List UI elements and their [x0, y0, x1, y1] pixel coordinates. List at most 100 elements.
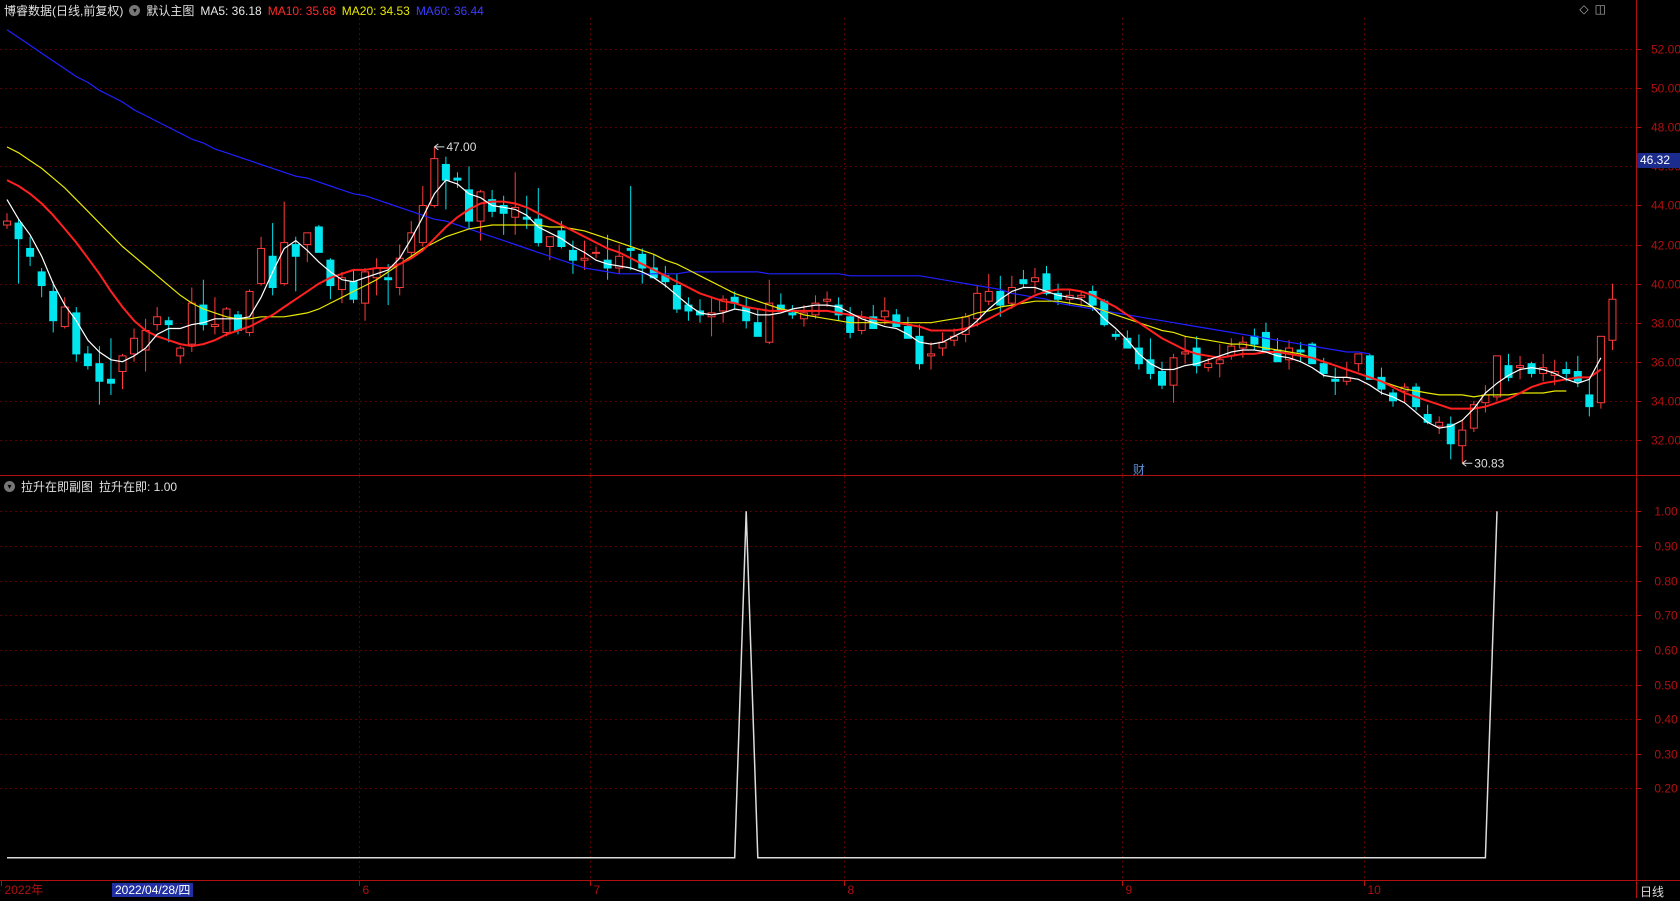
chart-canvas[interactable]: 32.0034.0036.0038.0040.0042.0044.0046.00… [0, 0, 1680, 898]
main-y-tick-label: 36.00 [1651, 356, 1680, 370]
candle-up [210, 324, 219, 328]
candle-up [60, 306, 69, 328]
chevron-down-icon[interactable]: ▾ [129, 5, 141, 16]
candle-down [846, 316, 855, 333]
candle-down [26, 247, 35, 257]
candle-up [3, 220, 11, 226]
main-chart-label[interactable]: 默认主图 [146, 2, 194, 19]
candle-up [1204, 363, 1213, 369]
candle-up [927, 353, 935, 357]
candle-up [257, 247, 266, 285]
main-y-tick-label: 50.00 [1651, 82, 1680, 96]
candle-up [765, 302, 774, 343]
x-tick-label: 9 [1126, 883, 1133, 897]
stock-title[interactable]: 博睿数据(日线,前复权) [4, 2, 123, 19]
candle-down [291, 244, 300, 257]
x-tick-label: 6 [363, 883, 370, 897]
candle-up [1516, 365, 1525, 369]
sub-chart-title[interactable]: 拉升在即副图 [21, 478, 93, 495]
candle-up [1354, 353, 1363, 365]
candle-down [453, 177, 462, 181]
sub-chart-value: 拉升在即: 1.00 [99, 480, 178, 494]
candle-down [384, 277, 393, 281]
sub-y-tick-label: 0.90 [1654, 540, 1678, 554]
candle-up [476, 191, 485, 222]
current-price-badge: 46.32 [1637, 153, 1680, 169]
candle-down [1319, 363, 1328, 374]
low-price-label: 30.83 [1474, 456, 1504, 470]
stock-chart-stage: 32.0034.0036.0038.0040.0042.0044.0046.00… [0, 0, 1680, 900]
candle-up [130, 337, 139, 355]
main-y-tick-label: 38.00 [1651, 317, 1680, 331]
main-y-tick-label: 34.00 [1651, 395, 1680, 409]
candle-down [1250, 335, 1259, 345]
financial-report-marker[interactable]: 财 [1133, 461, 1145, 478]
candle-down [742, 306, 751, 322]
candle-down [14, 222, 23, 240]
candle-down [1562, 369, 1571, 374]
sub-chart-header: ▾ 拉升在即副图 拉升在即: 1.00 [4, 478, 177, 495]
ma5-legend: MA5: 36.18 [200, 3, 262, 18]
candle-down [441, 163, 450, 181]
candle-down [1019, 279, 1028, 285]
candle-up [118, 355, 127, 372]
ma60-legend: MA60: 36.44 [415, 3, 484, 18]
candle-down [1585, 394, 1594, 408]
candle-up [1492, 355, 1501, 398]
candle-down [106, 378, 115, 384]
candle-down [1331, 378, 1340, 382]
candle-up [1007, 287, 1016, 304]
crosshair-date-label: 2022/04/28/四 [112, 883, 194, 897]
signal-line [7, 511, 1498, 859]
candle-up [1215, 359, 1224, 365]
panel-toggle-icon[interactable]: ◫ [1595, 2, 1606, 16]
main-chart-header: 博睿数据(日线,前复权) ▾ 默认主图 MA5: 36.18 MA10: 35.… [4, 2, 484, 19]
x-tick-label: 8 [848, 883, 855, 897]
candle-down [164, 320, 173, 326]
candle-up [153, 316, 162, 326]
high-price-label: 47.00 [446, 140, 476, 154]
main-y-tick-label: 48.00 [1651, 121, 1680, 135]
candle-down [892, 314, 901, 328]
high-pointer [434, 143, 445, 151]
candle-up [1608, 298, 1617, 341]
candle-down [626, 247, 635, 251]
candle-down [753, 322, 762, 337]
candle-up [176, 347, 185, 357]
candle-down [568, 249, 577, 261]
candle-down [37, 271, 46, 287]
candle-down [72, 312, 81, 355]
candle-up [823, 298, 832, 302]
low-pointer [1462, 459, 1473, 467]
candle-down [788, 312, 797, 316]
candle-up [1458, 429, 1467, 447]
window-controls: ◇ ◫ [1579, 2, 1606, 16]
main-y-tick-label: 52.00 [1651, 43, 1680, 57]
x-tick-label: 2022年 [5, 883, 44, 897]
candle-down [314, 226, 323, 253]
candle-up [880, 310, 889, 318]
diamond-icon[interactable]: ◇ [1579, 2, 1588, 16]
candle-up [303, 232, 312, 246]
candle-up [1077, 294, 1086, 298]
sub-y-tick-label: 0.20 [1654, 782, 1678, 796]
candle-up [1181, 351, 1190, 355]
sub-y-tick-label: 0.30 [1654, 748, 1678, 762]
candle-down [1158, 370, 1166, 386]
candle-down [83, 353, 92, 367]
period-selector[interactable]: 日线 [1640, 883, 1664, 900]
sub-y-tick-label: 0.60 [1654, 644, 1678, 658]
candle-up [984, 290, 993, 302]
ma20-legend: MA20: 34.53 [341, 3, 410, 18]
sub-y-tick-label: 0.40 [1654, 713, 1678, 727]
candle-down [1573, 370, 1582, 382]
candle-up [973, 292, 982, 320]
candle-down [234, 314, 242, 331]
candle-up [141, 329, 150, 351]
candle-down [1111, 333, 1120, 337]
ma10-legend: MA10: 35.68 [267, 3, 336, 18]
main-y-tick-label: 42.00 [1651, 239, 1680, 253]
chevron-down-icon[interactable]: ▾ [4, 481, 15, 492]
candle-down [95, 363, 104, 382]
candle-down [1423, 413, 1432, 423]
